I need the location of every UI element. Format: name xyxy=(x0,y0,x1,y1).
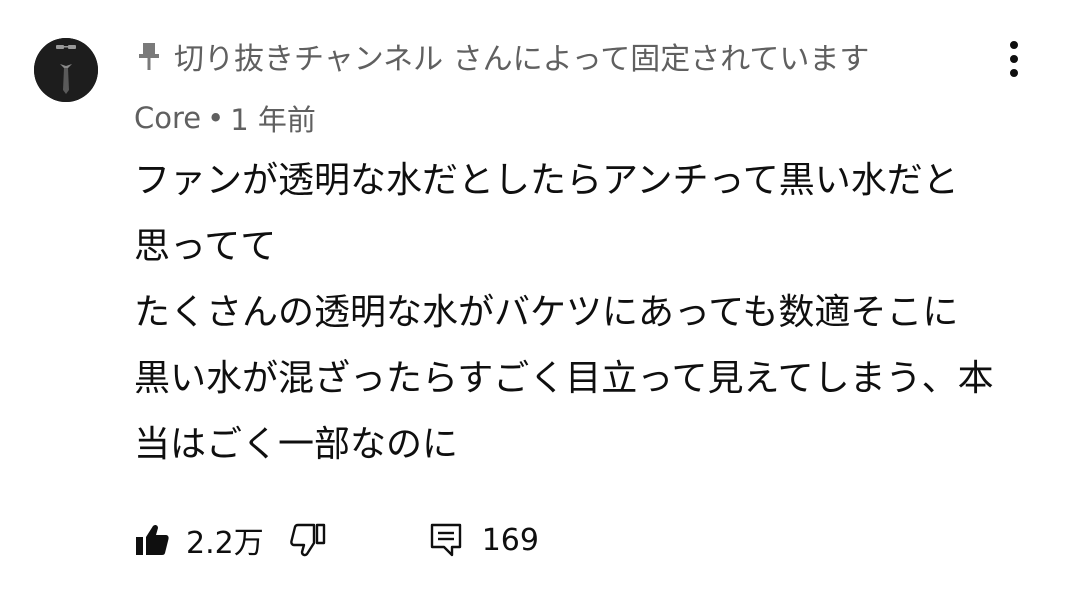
pinned-indicator: 切り抜きチャンネル さんによって固定されています xyxy=(138,34,869,78)
reply-count: 169 xyxy=(481,522,539,558)
comment-actions: 2.2万 169 xyxy=(134,516,539,564)
like-button[interactable]: 2.2万 xyxy=(134,518,264,562)
comment-meta: Core • 1 年前 xyxy=(134,96,316,140)
reply-button[interactable]: 169 xyxy=(430,523,539,558)
thumbs-down-outline-icon xyxy=(289,523,325,557)
author-name[interactable]: Core xyxy=(134,101,201,135)
avatar-image xyxy=(34,38,98,102)
like-count: 2.2万 xyxy=(186,526,264,561)
pin-icon xyxy=(138,41,160,71)
comment-time: 1 年前 xyxy=(230,103,316,137)
meta-separator: • xyxy=(207,101,225,135)
more-vertical-icon xyxy=(1010,41,1018,77)
thumbs-up-filled-icon xyxy=(136,524,169,555)
comment-text: ファンが透明な水だとしたらアンチって黒い水だと思ってて たくさんの透明な水がバケ… xyxy=(134,160,994,465)
avatar[interactable] xyxy=(34,38,98,102)
pinned-text: 切り抜きチャンネル さんによって固定されています xyxy=(174,42,870,77)
more-options-button[interactable] xyxy=(994,36,1034,82)
comment-icon xyxy=(430,523,461,557)
dislike-button[interactable] xyxy=(289,523,326,557)
